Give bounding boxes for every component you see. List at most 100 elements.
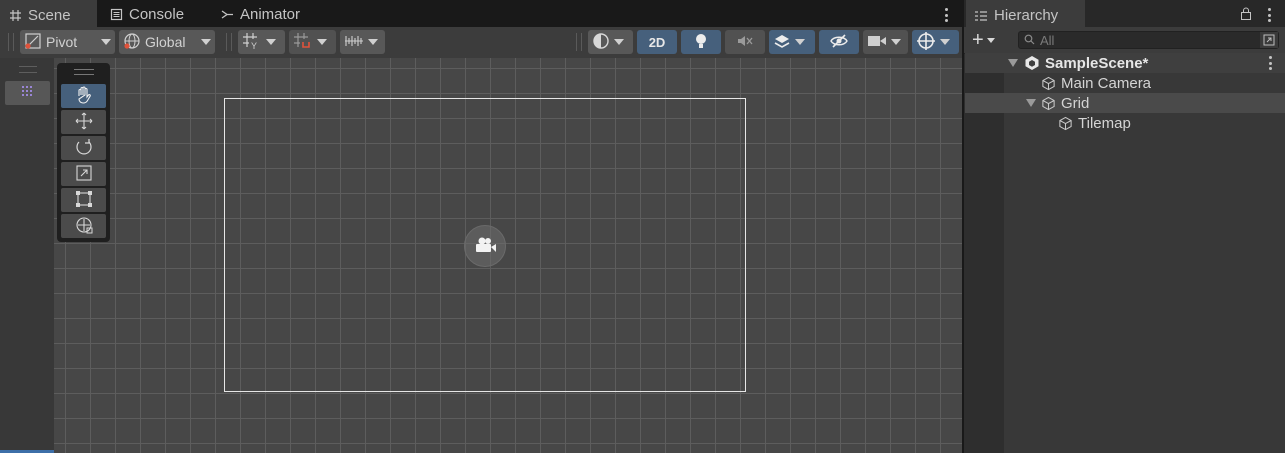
gameobject-cube-icon — [1058, 116, 1073, 131]
lock-icon[interactable] — [1240, 7, 1252, 23]
chevron-down-icon — [891, 39, 901, 45]
console-icon — [109, 8, 123, 22]
ruler-dropdown[interactable] — [340, 30, 385, 54]
draw-mode-dropdown[interactable] — [588, 30, 633, 54]
view-tool-button[interactable] — [61, 84, 106, 108]
plus-icon: + — [972, 29, 984, 51]
scene-viewport[interactable] — [54, 58, 962, 453]
tab-console[interactable]: Console — [101, 0, 206, 29]
hierarchy-item[interactable]: Tilemap — [965, 113, 1285, 133]
expand-arrow-icon[interactable] — [1008, 59, 1018, 67]
scene-window: Scene Console Animator Pivot Global Y 2D — [0, 0, 964, 453]
rect-tool-button[interactable] — [61, 188, 106, 212]
tab-animator[interactable]: Animator — [212, 0, 317, 29]
chevron-down-icon — [795, 39, 805, 45]
hierarchy-menu-icon[interactable] — [1267, 8, 1271, 22]
move-tool-button[interactable] — [61, 110, 106, 134]
grid-snapping-dropdown[interactable]: Y — [238, 30, 285, 54]
pivot-label: Pivot — [46, 34, 78, 50]
tab-hierarchy-label: Hierarchy — [994, 7, 1059, 24]
toolbar-grip — [226, 33, 232, 51]
scale-icon — [74, 163, 94, 186]
tile-palette-icon — [21, 85, 35, 102]
lighting-toggle[interactable] — [681, 30, 721, 54]
chevron-down-icon — [986, 37, 995, 43]
tab-console-label: Console — [129, 6, 185, 23]
search-popout-icon[interactable] — [1260, 32, 1278, 48]
grid-icon — [8, 9, 22, 23]
search-field[interactable]: All — [1018, 31, 1279, 49]
scene-row-menu-icon[interactable] — [1268, 56, 1272, 70]
scene-row[interactable]: SampleScene* — [965, 53, 1285, 73]
global-label: Global — [145, 34, 186, 50]
expand-arrow-icon[interactable] — [1026, 99, 1036, 107]
scale-tool-button[interactable] — [61, 162, 106, 186]
speaker-mute-icon — [736, 33, 754, 52]
pivot-dropdown[interactable]: Pivot — [20, 30, 115, 54]
gizmos-dropdown[interactable] — [912, 30, 959, 54]
tab-scene[interactable]: Scene — [0, 0, 97, 29]
layers-icon — [773, 33, 791, 52]
move-arrows-icon — [74, 111, 94, 134]
hierarchy-item[interactable]: Main Camera — [965, 73, 1285, 93]
globe-icon — [123, 32, 141, 53]
tile-palette-button[interactable] — [5, 81, 50, 105]
effects-dropdown[interactable] — [769, 30, 815, 54]
grid-snap-icon: Y — [242, 32, 262, 53]
hierarchy-list-icon — [974, 9, 988, 23]
shaded-sphere-icon — [592, 32, 610, 53]
search-placeholder: All — [1040, 32, 1055, 48]
chevron-down-icon — [317, 39, 327, 45]
add-button[interactable]: + — [972, 30, 1006, 50]
ruler-icon — [344, 33, 364, 52]
gameobject-cube-icon — [1041, 96, 1056, 111]
rect-transform-icon — [74, 189, 94, 212]
audio-toggle[interactable] — [725, 30, 765, 54]
chevron-down-icon — [368, 39, 378, 45]
mode-2d-label: 2D — [648, 34, 666, 50]
mode-2d-toggle[interactable]: 2D — [637, 30, 677, 54]
rotate-tool-button[interactable] — [61, 136, 106, 160]
tools-overlay — [57, 63, 110, 242]
chevron-down-icon — [101, 39, 111, 45]
camera-icon — [473, 236, 497, 257]
scene-visibility-toggle[interactable] — [819, 30, 859, 54]
svg-text:Y: Y — [251, 41, 257, 50]
camera-dropdown[interactable] — [863, 30, 908, 54]
increment-snapping-dropdown[interactable] — [289, 30, 336, 54]
camera-gizmo[interactable] — [464, 225, 506, 267]
item-label: Main Camera — [1061, 74, 1152, 92]
chevron-down-icon — [266, 39, 276, 45]
transform-icon — [74, 215, 94, 238]
chevron-down-icon — [201, 39, 211, 45]
rotate-icon — [74, 137, 94, 160]
scene-name: SampleScene* — [1045, 54, 1149, 72]
video-camera-icon — [867, 34, 887, 51]
hierarchy-item[interactable]: Grid — [965, 93, 1285, 113]
unity-scene-icon — [1024, 55, 1040, 71]
transform-tool-button[interactable] — [61, 214, 106, 238]
eye-slash-icon — [829, 33, 849, 52]
global-dropdown[interactable]: Global — [119, 30, 215, 54]
animator-icon — [220, 8, 234, 22]
gameobject-cube-icon — [1041, 76, 1056, 91]
tab-animator-label: Animator — [240, 6, 301, 23]
tab-scene-label: Scene — [28, 7, 71, 24]
item-label: Grid — [1061, 94, 1090, 112]
hand-icon — [75, 85, 93, 108]
tools-overlay-grip[interactable] — [74, 69, 94, 75]
toolbar-grip — [8, 33, 14, 51]
toolbar-grip — [576, 33, 582, 51]
overlay-strip — [0, 58, 54, 453]
item-label: Tilemap — [1078, 114, 1131, 132]
pivot-icon — [24, 32, 42, 53]
lightbulb-icon — [693, 32, 709, 53]
scene-tab-menu-icon[interactable] — [944, 8, 948, 22]
search-icon — [1024, 32, 1035, 48]
gizmo-icon — [916, 31, 936, 54]
chevron-down-icon — [614, 39, 624, 45]
tab-hierarchy[interactable]: Hierarchy — [966, 0, 1085, 29]
chevron-down-icon — [940, 39, 950, 45]
snap-increment-icon — [293, 32, 313, 53]
overlay-strip-grip — [19, 66, 37, 73]
